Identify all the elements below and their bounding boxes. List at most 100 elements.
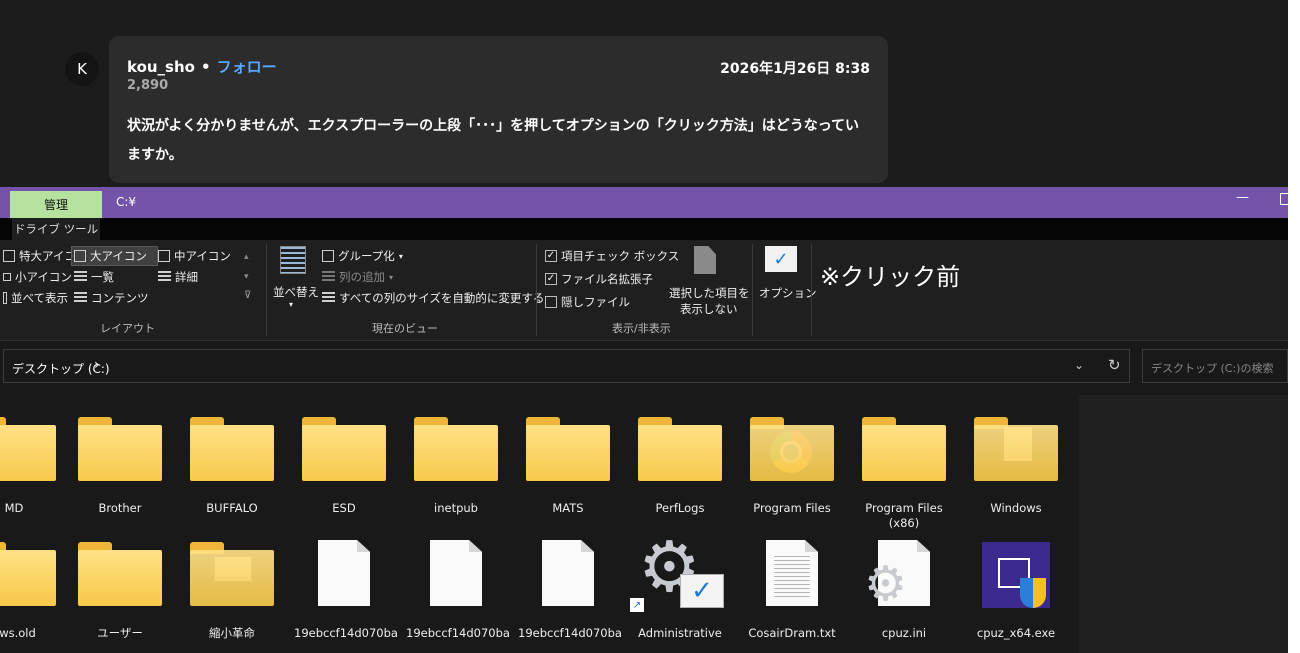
folder-icon bbox=[414, 417, 498, 481]
file-tile[interactable]: PerfLogs bbox=[630, 417, 730, 537]
layout-label: コンテンツ bbox=[91, 291, 149, 305]
layout-medium-icons[interactable]: 中アイコン bbox=[158, 248, 231, 264]
checkbox-checked-icon: ✓ bbox=[545, 273, 557, 285]
layout-label: 中アイコン bbox=[174, 249, 231, 263]
file-name: cpuz_x64.exe bbox=[976, 626, 1056, 640]
post-body: 状況がよく分かりませんが、エクスプローラーの上段「･･･」を押してオプションの「… bbox=[127, 118, 860, 163]
options-button[interactable]: オプション bbox=[759, 285, 817, 301]
extensions-toggle[interactable]: ✓ ファイル名拡張子 bbox=[545, 271, 653, 287]
layout-content[interactable]: コンテンツ bbox=[74, 290, 149, 306]
sort-icon[interactable] bbox=[280, 246, 306, 274]
file-name: 19ebccf14d070ba bbox=[294, 626, 398, 640]
reply-card: kou_sho • フォロー 2,890 2026年1月26日 8:38 状況がよく… bbox=[109, 36, 888, 183]
file-tile[interactable]: Program Files (x86) bbox=[854, 417, 954, 537]
file-tile[interactable]: 縮小革命 bbox=[182, 542, 282, 653]
layout-tiles[interactable]: 並べて表示 bbox=[3, 290, 68, 306]
file-tile[interactable]: Windows bbox=[966, 417, 1066, 537]
ribbon-separator bbox=[266, 244, 267, 336]
maximize-button[interactable] bbox=[1280, 193, 1288, 205]
group-icon bbox=[322, 250, 334, 262]
file-tile[interactable]: BUFFALO bbox=[182, 417, 282, 537]
autofit-columns-button[interactable]: すべての列のサイズを自動的に変更する bbox=[322, 290, 544, 306]
layout-small-icons[interactable]: 小アイコン bbox=[3, 269, 72, 285]
group-by-button[interactable]: グループ化 ▾ bbox=[322, 248, 403, 264]
hidden-files-toggle[interactable]: 隠しファイル bbox=[545, 294, 630, 310]
file-name: PerfLogs bbox=[655, 501, 705, 515]
layout-details[interactable]: 詳細 bbox=[158, 269, 198, 285]
search-placeholder: デスクトップ (C:)の検索 bbox=[1151, 362, 1274, 375]
column-icon bbox=[322, 271, 335, 283]
options-icon[interactable]: ✓ bbox=[765, 246, 797, 272]
file-name: Program Files bbox=[753, 501, 831, 515]
layout-label: 詳細 bbox=[175, 270, 198, 284]
sort-button[interactable]: 並べ替え bbox=[273, 284, 319, 300]
layout-label: 一覧 bbox=[91, 270, 114, 284]
content-icon bbox=[74, 292, 87, 304]
add-column-button[interactable]: 列の追加 ▾ bbox=[322, 269, 393, 285]
group-label-current-view: 現在のビュー bbox=[372, 322, 438, 335]
file-tile[interactable]: ユーザー bbox=[70, 542, 170, 653]
sort-dropdown-icon[interactable]: ▾ bbox=[289, 300, 293, 309]
file-name: inetpub bbox=[434, 501, 478, 515]
minimize-button[interactable]: — bbox=[1236, 190, 1249, 205]
folder-icon bbox=[190, 417, 274, 481]
file-explorer-screenshot: 管理 C:¥ — ドライブ ツール 特大アイコン 大アイコン 中アイコン 小アイ… bbox=[0, 187, 1288, 653]
layout-expand[interactable]: ⊽ bbox=[244, 290, 251, 301]
checkbox-unchecked-icon bbox=[545, 296, 557, 308]
file-tile[interactable]: Program Files bbox=[742, 417, 842, 537]
layout-label: 大アイコン bbox=[90, 249, 147, 263]
file-tile[interactable]: ⚙ cpuz.ini bbox=[854, 540, 954, 653]
windows-folder-icon bbox=[974, 417, 1058, 481]
post-date: 2026年1月26日 8:38 bbox=[720, 61, 870, 77]
file-name: 19ebccf14d070ba bbox=[518, 626, 622, 640]
username-link[interactable]: kou_sho bbox=[127, 58, 195, 76]
file-tile[interactable]: cpuz_x64.exe bbox=[966, 542, 1066, 653]
group-label-layout: レイアウト bbox=[100, 322, 155, 335]
item-checkbox-toggle[interactable]: ✓ 項目チェック ボックス bbox=[545, 248, 679, 264]
group-label-show-hide: 表示/非表示 bbox=[612, 322, 671, 335]
hide-selected-line2[interactable]: 表示しない bbox=[680, 301, 738, 317]
file-tile[interactable]: inetpub bbox=[406, 417, 506, 537]
autofit-label: すべての列のサイズを自動的に変更する bbox=[339, 291, 545, 305]
file-tile[interactable]: MD bbox=[0, 417, 64, 537]
tab-manage[interactable]: 管理 bbox=[10, 191, 102, 218]
avatar-initial: K bbox=[77, 60, 87, 78]
chevron-right-icon[interactable]: › bbox=[94, 357, 100, 373]
layout-list[interactable]: 一覧 bbox=[74, 269, 114, 285]
address-row: デスクトップ (C:) › ⌄ ↻ デスクトップ (C:)の検索 bbox=[0, 349, 1288, 385]
file-tile[interactable]: MATS bbox=[518, 417, 618, 537]
layout-large-icons[interactable]: 大アイコン bbox=[71, 246, 158, 266]
tab-drive-tools[interactable]: ドライブ ツール bbox=[12, 218, 100, 240]
file-tile[interactable]: 19ebccf14d070ba bbox=[518, 540, 622, 653]
file-tile[interactable]: 19ebccf14d070ba bbox=[294, 540, 398, 653]
avatar[interactable]: K bbox=[65, 52, 99, 86]
extensions-label: ファイル名拡張子 bbox=[561, 272, 653, 286]
hide-selected-line1[interactable]: 選択した項目を bbox=[669, 285, 750, 301]
details-pane bbox=[1079, 395, 1288, 653]
file-tile[interactable]: ⚙ ✓ ↗ Administrative bbox=[630, 526, 730, 653]
post-header: kou_sho • フォロー bbox=[127, 56, 277, 77]
folder-icon bbox=[78, 542, 162, 606]
chevron-down-icon[interactable]: ⌄ bbox=[1074, 358, 1084, 372]
file-tile[interactable]: CosairDram.txt bbox=[742, 540, 842, 653]
file-name: MD bbox=[4, 501, 24, 515]
refresh-icon[interactable]: ↻ bbox=[1108, 356, 1121, 374]
file-name: ows.old bbox=[0, 626, 36, 640]
layout-scroll-up[interactable]: ▴ bbox=[244, 252, 249, 262]
file-tile[interactable]: ESD bbox=[294, 417, 394, 537]
details-icon bbox=[158, 271, 171, 283]
layout-scroll-down[interactable]: ▾ bbox=[244, 272, 249, 282]
file-tile[interactable]: 19ebccf14d070ba bbox=[406, 540, 510, 653]
file-tile[interactable]: Brother bbox=[70, 417, 170, 537]
file-tile[interactable]: ows.old bbox=[0, 542, 64, 653]
follow-link[interactable]: フォロー bbox=[217, 58, 277, 76]
file-name: Brother bbox=[98, 501, 142, 515]
search-input[interactable]: デスクトップ (C:)の検索 bbox=[1142, 349, 1288, 383]
chevron-down-icon: ▾ bbox=[389, 272, 394, 282]
autofit-icon bbox=[322, 292, 335, 304]
address-bar[interactable]: デスクトップ (C:) › ⌄ ↻ bbox=[3, 349, 1130, 383]
contextual-tab-bar: ドライブ ツール bbox=[0, 218, 1288, 240]
file-name: ESD bbox=[332, 501, 356, 515]
file-icon bbox=[526, 540, 610, 606]
printer-folder-icon bbox=[190, 542, 274, 606]
